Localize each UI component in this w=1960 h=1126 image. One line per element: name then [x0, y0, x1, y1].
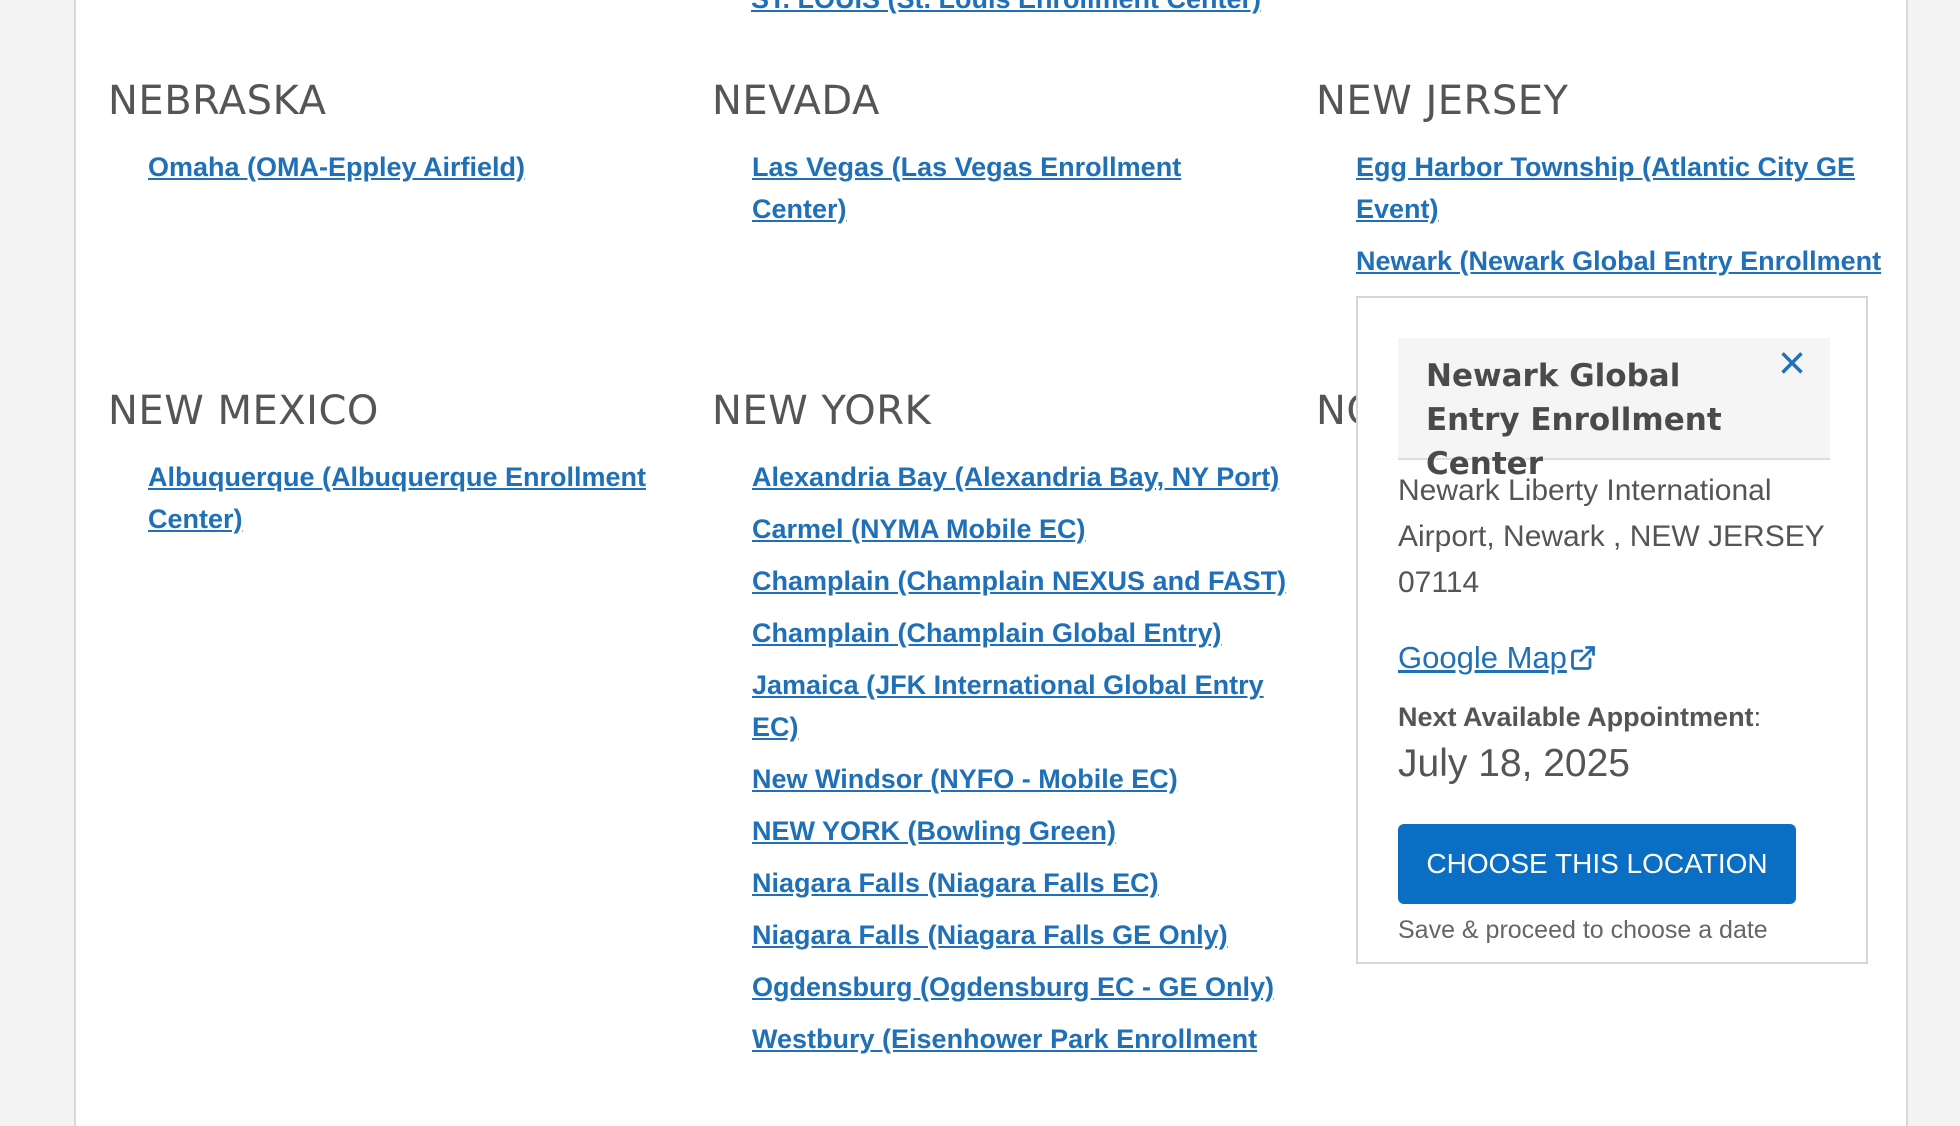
location-link[interactable]: Las Vegas (Las Vegas Enrollment Center) — [752, 146, 1222, 230]
next-appointment-date: July 18, 2025 — [1398, 742, 1631, 785]
state-heading: NEW JERSEY — [1316, 78, 1569, 124]
state-section-new-york: NEW YORK Alexandria Bay (Alexandria Bay,… — [712, 388, 1286, 1070]
location-link-st-louis[interactable]: ST. LOUIS (St. Louis Enrollment Center) — [751, 0, 1261, 15]
location-link[interactable]: Alexandria Bay (Alexandria Bay, NY Port) — [752, 456, 1292, 498]
location-list: Albuquerque (Albuquerque Enrollment Cent… — [148, 456, 668, 540]
location-popup: Newark Global Entry Enrollment Center × … — [1356, 296, 1868, 964]
location-link[interactable]: Niagara Falls (Niagara Falls EC) — [752, 862, 1292, 904]
location-link[interactable]: Champlain (Champlain Global Entry) — [752, 612, 1292, 654]
location-link[interactable]: Carmel (NYMA Mobile EC) — [752, 508, 1292, 550]
location-link[interactable]: Ogdensburg (Ogdensburg EC - GE Only) — [752, 966, 1292, 1008]
location-link[interactable]: Jamaica (JFK International Global Entry … — [752, 664, 1292, 748]
popup-header: Newark Global Entry Enrollment Center × — [1398, 338, 1830, 482]
location-link[interactable]: Omaha (OMA-Eppley Airfield) — [148, 146, 668, 188]
save-note: Save & proceed to choose a date — [1398, 916, 1768, 944]
choose-location-button[interactable]: CHOOSE THIS LOCATION — [1398, 824, 1796, 904]
location-link[interactable]: NEW YORK (Bowling Green) — [752, 810, 1292, 852]
location-link[interactable]: Niagara Falls (Niagara Falls GE Only) — [752, 914, 1292, 956]
state-section-nebraska: NEBRASKA Omaha (OMA-Eppley Airfield) — [108, 78, 668, 198]
location-link[interactable]: Champlain (Champlain NEXUS and FAST) — [752, 560, 1292, 602]
close-icon[interactable]: × — [1770, 340, 1814, 388]
next-appointment-colon: : — [1753, 702, 1762, 732]
state-section-nevada: NEVADA Las Vegas (Las Vegas Enrollment C… — [712, 78, 1272, 240]
state-heading: NEVADA — [712, 78, 880, 124]
state-section-new-mexico: NEW MEXICO Albuquerque (Albuquerque Enro… — [108, 388, 668, 550]
google-map-link[interactable]: Google Map — [1398, 640, 1597, 680]
location-link[interactable]: Egg Harbor Township (Atlantic City GE Ev… — [1356, 146, 1891, 230]
location-list: Alexandria Bay (Alexandria Bay, NY Port)… — [752, 456, 1292, 1060]
external-link-icon — [1569, 644, 1597, 680]
next-appointment-label: Next Available Appointment: — [1398, 702, 1761, 733]
location-link[interactable]: Albuquerque (Albuquerque Enrollment Cent… — [148, 456, 668, 540]
location-link[interactable]: Newark (Newark Global Entry Enrollment — [1356, 240, 1891, 282]
state-heading: NEW MEXICO — [108, 388, 379, 434]
next-appointment-label-text: Next Available Appointment — [1398, 702, 1754, 732]
state-heading: NEBRASKA — [108, 78, 327, 124]
location-link[interactable]: Westbury (Eisenhower Park Enrollment — [752, 1018, 1292, 1060]
state-section-new-jersey: NEW JERSEY Egg Harbor Township (Atlantic… — [1316, 78, 1881, 292]
location-list: Omaha (OMA-Eppley Airfield) — [148, 146, 668, 188]
state-heading: NEW YORK — [712, 388, 932, 434]
location-list: Las Vegas (Las Vegas Enrollment Center) — [752, 146, 1222, 230]
location-link[interactable]: New Windsor (NYFO - Mobile EC) — [752, 758, 1292, 800]
google-map-label: Google Map — [1398, 640, 1567, 675]
location-list: Egg Harbor Township (Atlantic City GE Ev… — [1356, 146, 1891, 282]
popup-address: Newark Liberty International Airport, Ne… — [1398, 474, 1825, 599]
popup-title: Newark Global Entry Enrollment Center — [1426, 358, 1722, 482]
